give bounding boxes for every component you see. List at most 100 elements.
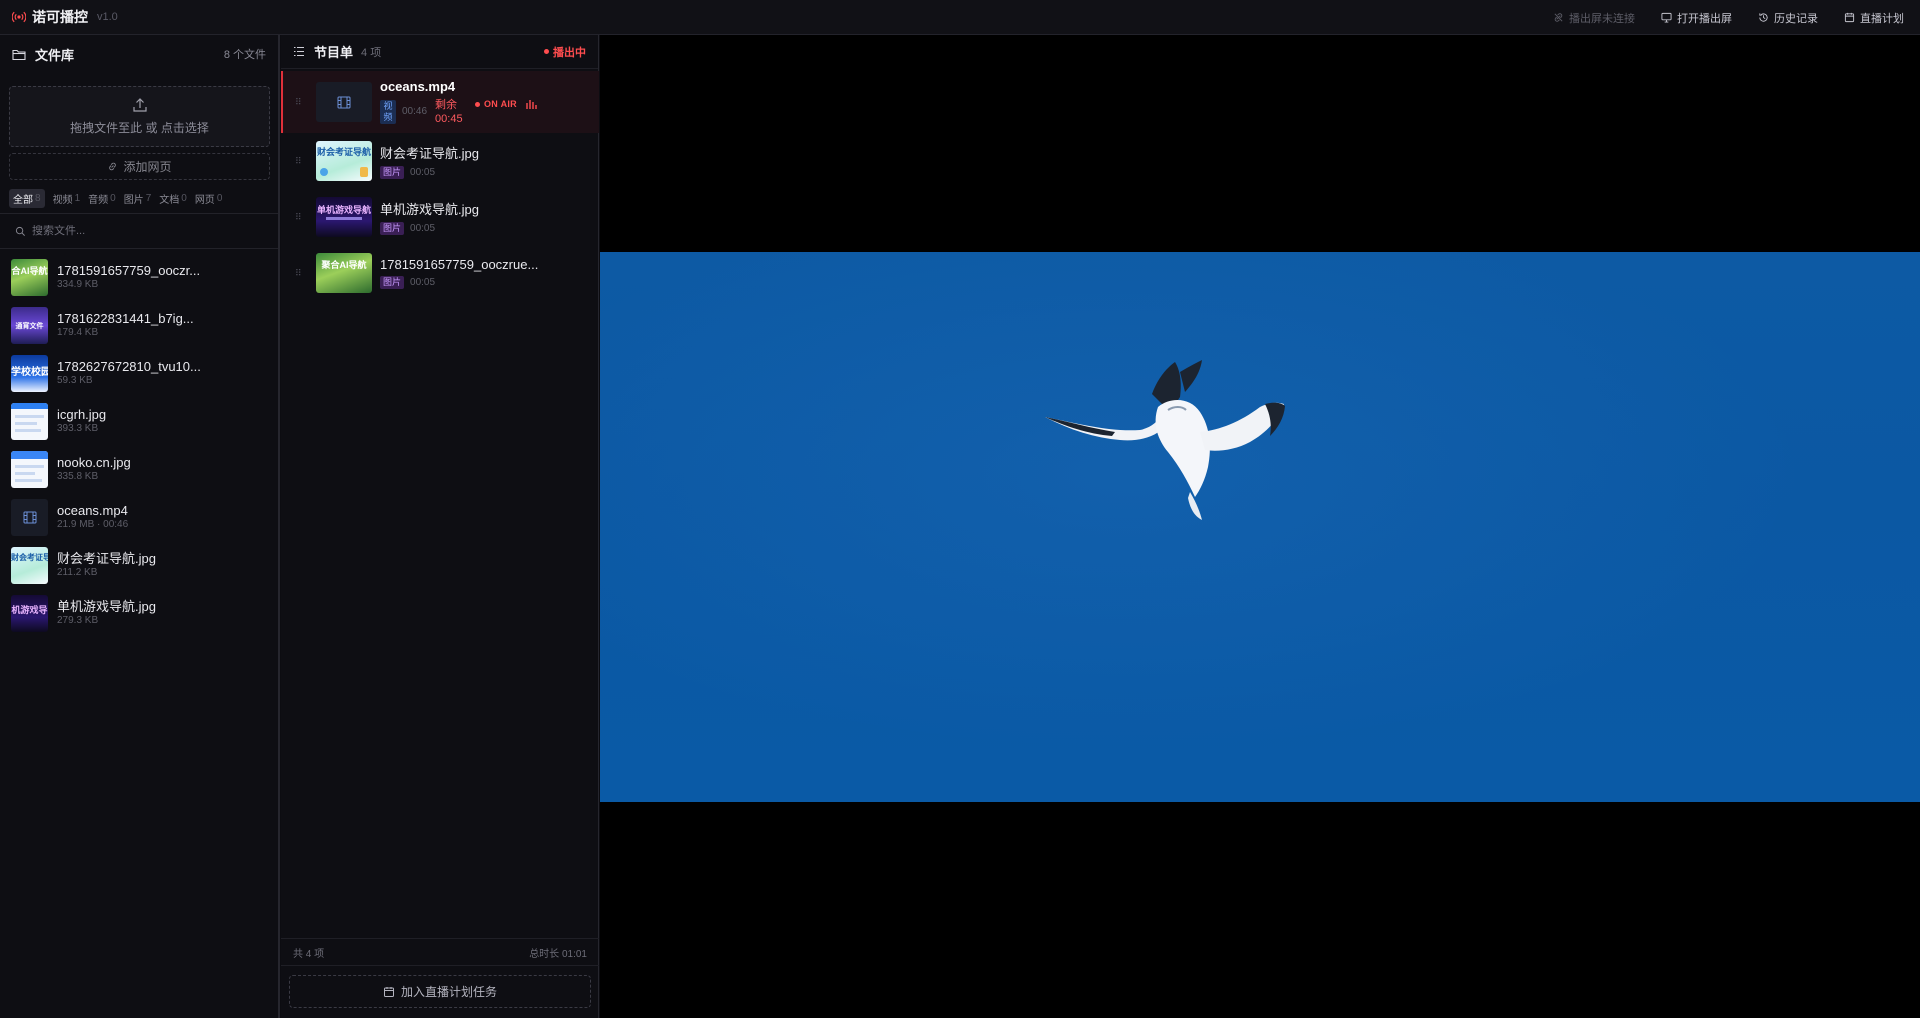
file-name: icgrh.jpg bbox=[57, 407, 107, 422]
type-badge: 视频 bbox=[380, 99, 396, 124]
playlist-panel: 节目单 4 项 播出中 ⠿ oceans.mp4 视频 00:46 剩余 00:4… bbox=[281, 35, 599, 1018]
brand: 诺可播控 v1.0 bbox=[0, 7, 118, 27]
file-thumbnail: 合AI导航 bbox=[11, 258, 48, 296]
thumbnail-text: 财会考证导 bbox=[11, 552, 48, 562]
audio-bars-icon bbox=[526, 100, 537, 109]
link-icon bbox=[109, 162, 117, 171]
tab-webpage-label: 网页 bbox=[194, 194, 215, 206]
app-version: v1.0 bbox=[97, 11, 118, 23]
playlist-item[interactable]: ⠿ 财会考证导航 财会考证导航.jpg 图片 00:05 bbox=[281, 133, 599, 189]
tab-image[interactable]: 图片 7 bbox=[124, 190, 152, 207]
live-status-badge: 播出中 bbox=[544, 44, 586, 60]
drop-zone-label: 拖拽文件至此 或 点击选择 bbox=[70, 121, 209, 135]
film-icon bbox=[23, 511, 36, 523]
file-drop-zone[interactable]: 拖拽文件至此 或 点击选择 bbox=[9, 86, 270, 147]
video-frame bbox=[600, 252, 1920, 802]
file-thumbnail: 通宵文件 bbox=[11, 306, 48, 344]
add-webpage-label: 添加网页 bbox=[123, 160, 172, 174]
output-disconnected-status: 播出屏未连接 bbox=[1553, 10, 1635, 26]
drag-handle-icon[interactable]: ⠿ bbox=[295, 156, 302, 166]
library-header: 文件库 8 个文件 bbox=[0, 35, 278, 73]
history-label: 历史记录 bbox=[1774, 12, 1818, 25]
calendar-icon bbox=[383, 986, 394, 997]
playlist-item-duration: 00:46 bbox=[402, 106, 428, 117]
add-webpage-button[interactable]: 添加网页 bbox=[9, 153, 270, 180]
tab-webpage[interactable]: 网页 0 bbox=[195, 190, 223, 207]
type-badge: 图片 bbox=[380, 222, 405, 235]
file-name: oceans.mp4 bbox=[57, 503, 128, 518]
thumbnail-text: 通宵文件 bbox=[15, 322, 44, 330]
top-actions: 播出屏未连接 打开播出屏 历史记录 直播计划 bbox=[1527, 0, 1904, 35]
tab-document-label: 文档 bbox=[159, 194, 180, 206]
file-size: 21.9 MB · 00:46 bbox=[57, 519, 129, 530]
file-library-panel: 文件库 8 个文件 拖拽文件至此 或 点击选择 添加网页 全部 8 视频 1 音频 0… bbox=[0, 35, 280, 1018]
thumbnail-text: 合AI导航 bbox=[11, 265, 48, 276]
file-name: 单机游戏导航.jpg bbox=[57, 599, 156, 614]
drag-handle-icon[interactable]: ⠿ bbox=[295, 212, 302, 222]
playlist-footer: 共 4 项 总时长 01:01 bbox=[281, 938, 599, 966]
tab-audio[interactable]: 音频 0 bbox=[88, 190, 116, 207]
calendar-icon bbox=[1844, 12, 1855, 23]
tab-video-label: 视频 bbox=[52, 194, 73, 206]
film-icon bbox=[337, 96, 351, 108]
playlist-item-on-air[interactable]: ⠿ oceans.mp4 视频 00:46 剩余 00:45 ON AIR bbox=[281, 71, 599, 133]
playlist-item-duration: 00:05 bbox=[410, 223, 436, 234]
playlist-title: 节目单 bbox=[314, 45, 354, 60]
tab-video[interactable]: 视频 1 bbox=[53, 190, 81, 207]
file-search-input[interactable] bbox=[32, 225, 252, 237]
file-thumbnail bbox=[11, 450, 48, 488]
open-output-label: 打开播出屏 bbox=[1677, 12, 1732, 25]
file-size: 59.3 KB bbox=[57, 375, 93, 386]
playlist-count: 4 项 bbox=[361, 46, 382, 59]
file-size: 335.8 KB bbox=[57, 471, 99, 482]
broadcast-icon bbox=[12, 11, 26, 23]
remaining-value: 00:45 bbox=[435, 112, 463, 125]
search-icon bbox=[15, 226, 25, 236]
file-item[interactable]: nooko.cn.jpg 335.8 KB bbox=[0, 445, 278, 493]
live-plan-button[interactable]: 直播计划 bbox=[1844, 10, 1904, 26]
tab-video-count: 1 bbox=[74, 192, 81, 204]
file-size: 393.3 KB bbox=[57, 423, 99, 434]
file-item[interactable]: oceans.mp4 21.9 MB · 00:46 bbox=[0, 493, 278, 541]
file-list: 合AI导航 1781591657759_ooczr... 334.9 KB 通宵文… bbox=[0, 253, 278, 637]
add-to-schedule-button[interactable]: 加入直播计划任务 bbox=[289, 975, 591, 1008]
history-icon bbox=[1759, 13, 1768, 22]
file-name: 1782627672810_tvu10... bbox=[57, 359, 201, 374]
playlist-item-name: 财会考证导航.jpg bbox=[380, 146, 479, 161]
upload-icon bbox=[132, 98, 147, 112]
tab-all-count: 8 bbox=[35, 192, 41, 204]
remaining-time: 剩余 00:45 bbox=[435, 98, 463, 126]
file-size: 179.4 KB bbox=[57, 327, 99, 338]
playlist-thumbnail bbox=[316, 82, 372, 122]
file-item[interactable]: 学校校园 1782627672810_tvu10... 59.3 KB bbox=[0, 349, 278, 397]
file-size: 334.9 KB bbox=[57, 279, 99, 290]
add-to-schedule-label: 加入直播计划任务 bbox=[400, 985, 497, 999]
file-type-tabs: 全部 8 视频 1 音频 0 图片 7 文档 0 网页 0 bbox=[9, 188, 230, 208]
tab-audio-label: 音频 bbox=[88, 194, 109, 206]
file-item[interactable]: 通宵文件 1781622831441_b7ig... 179.4 KB bbox=[0, 301, 278, 349]
library-file-count: 8 个文件 bbox=[223, 49, 266, 61]
playlist-item-duration: 00:05 bbox=[410, 167, 436, 178]
file-item[interactable]: 机游戏导 单机游戏导航.jpg 279.3 KB bbox=[0, 589, 278, 637]
history-button[interactable]: 历史记录 bbox=[1758, 10, 1818, 26]
library-title: 文件库 bbox=[35, 47, 75, 63]
drag-handle-icon[interactable]: ⠿ bbox=[295, 268, 302, 278]
tab-document[interactable]: 文档 0 bbox=[159, 190, 187, 207]
thumbnail-text: 学校校园 bbox=[11, 366, 48, 378]
drag-handle-icon[interactable]: ⠿ bbox=[295, 97, 302, 107]
file-item[interactable]: 财会考证导 财会考证导航.jpg 211.2 KB bbox=[0, 541, 278, 589]
remaining-label: 剩余 bbox=[435, 98, 458, 111]
file-item[interactable]: 合AI导航 1781591657759_ooczr... 334.9 KB bbox=[0, 253, 278, 301]
tab-all[interactable]: 全部 8 bbox=[9, 188, 45, 208]
tab-image-count: 7 bbox=[145, 192, 152, 204]
app-title: 诺可播控 bbox=[32, 9, 88, 25]
live-status-label: 播出中 bbox=[553, 46, 586, 59]
tab-image-label: 图片 bbox=[123, 194, 144, 206]
file-item[interactable]: icgrh.jpg 393.3 KB bbox=[0, 397, 278, 445]
file-search bbox=[0, 213, 278, 249]
playlist-item[interactable]: ⠿ 聚合AI导航 1781591657759_ooczrue... 图片 00:… bbox=[281, 245, 599, 301]
playlist-item[interactable]: ⠿ 单机游戏导航 单机游戏导航.jpg 图片 00:05 bbox=[281, 189, 599, 245]
type-badge: 图片 bbox=[380, 276, 405, 289]
output-disconnected-label: 播出屏未连接 bbox=[1569, 12, 1635, 25]
open-output-button[interactable]: 打开播出屏 bbox=[1661, 10, 1732, 26]
